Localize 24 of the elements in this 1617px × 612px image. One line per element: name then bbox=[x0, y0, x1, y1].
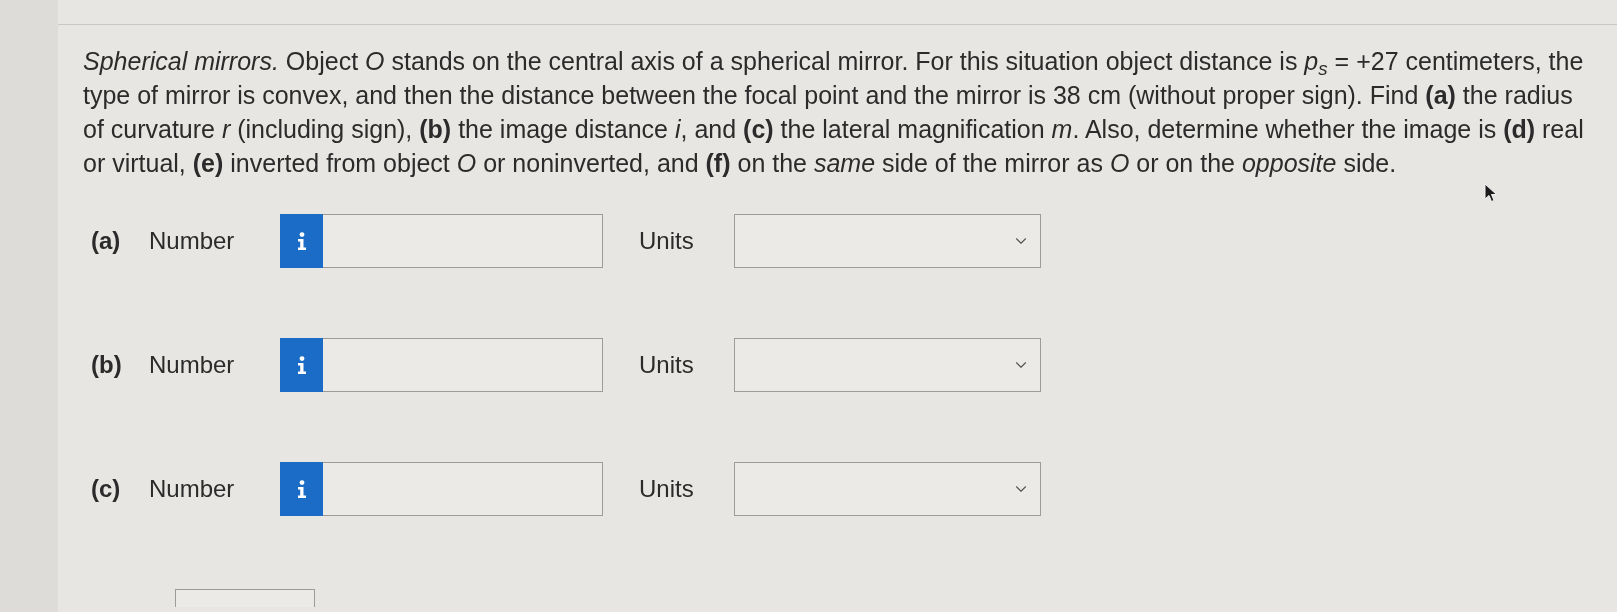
info-icon bbox=[296, 356, 307, 374]
units-label: Units bbox=[639, 474, 695, 504]
number-label: Number bbox=[149, 474, 236, 504]
part-label: (a) bbox=[91, 226, 122, 256]
cursor-icon bbox=[1484, 183, 1498, 203]
number-label: Number bbox=[149, 350, 236, 380]
partial-button[interactable] bbox=[175, 589, 315, 607]
units-label: Units bbox=[639, 226, 695, 256]
units-select[interactable] bbox=[734, 338, 1041, 392]
units-label: Units bbox=[639, 350, 695, 380]
info-icon bbox=[296, 480, 307, 498]
number-label: Number bbox=[149, 226, 236, 256]
units-select[interactable] bbox=[734, 214, 1041, 268]
units-select[interactable] bbox=[734, 462, 1041, 516]
question-text: Spherical mirrors. Object O stands on the central axis of a spherical mirror. For this situation object distance is p$_{s}$ = +27 centimeters, the type of mirror is convex, and then the distance between the focal point and the mirror is 38 cm (without proper sign). Find (a) the radius of curvature r (including sign), (b) the image distance i, and (c) the lateral magnification m. Also, determine whether the image is (d) real or virtual, (e) inverted from object O or noninverted, and (f) on the same side of the mirror as O or on the opposite side. bbox=[83, 46, 1585, 179]
part-label: (c) bbox=[91, 474, 122, 504]
info-button[interactable] bbox=[280, 462, 323, 516]
part-label: (b) bbox=[91, 350, 123, 380]
number-input[interactable] bbox=[323, 462, 603, 516]
info-icon bbox=[296, 232, 307, 250]
number-input[interactable] bbox=[323, 214, 603, 268]
number-input[interactable] bbox=[323, 338, 603, 392]
info-button[interactable] bbox=[280, 338, 323, 392]
info-button[interactable] bbox=[280, 214, 323, 268]
